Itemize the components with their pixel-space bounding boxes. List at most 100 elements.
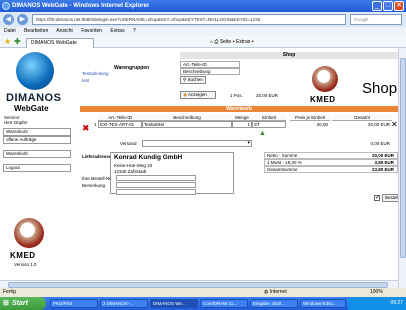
- search-input[interactable]: Google: [350, 14, 402, 25]
- forward-icon[interactable]: ▶: [17, 14, 28, 25]
- task-item[interactable]: CorelDRAW 11...: [200, 299, 248, 308]
- window-title: DIMANOS WebGate - Windows Internet Explo…: [12, 3, 150, 9]
- user-label: Herr Düpfer: [4, 120, 28, 125]
- beschreibung-search-field[interactable]: Beschreibung: [180, 68, 240, 75]
- app-title: WebGate: [14, 104, 49, 113]
- back-icon[interactable]: ◀: [3, 14, 14, 25]
- sidebar-item-label: offene Aufträge: [6, 137, 37, 142]
- menu-help[interactable]: ?: [133, 28, 136, 34]
- col-beschreibung: Beschreibung: [142, 114, 232, 121]
- task-item[interactable]: 2 DIMANOS-...: [100, 299, 148, 308]
- shop-title: Shop: [362, 80, 398, 97]
- suchen-label: Suchen: [187, 77, 203, 82]
- menu-bar: Datei Bearbeiten Ansicht Favoriten Extra…: [0, 27, 406, 36]
- task-item[interactable]: Windows-Edito...: [300, 299, 346, 308]
- url-field[interactable]: https://hb-dimanos.net:8080/dielogin.exe…: [32, 14, 346, 25]
- version-label: Version 1.0: [14, 262, 37, 267]
- close-button[interactable]: ✕: [394, 1, 404, 11]
- order-no-label: Ihre Bestell-Nr.: [82, 176, 112, 181]
- versand-label: Versand: [120, 141, 137, 146]
- tools-menu-text[interactable]: Seite ▾ Extras ▾: [220, 39, 254, 45]
- row-qty-input[interactable]: 1: [232, 121, 252, 128]
- row-nr: 1: [94, 122, 97, 127]
- shop-main: Shop Warengruppen Testanleitung test Art…: [80, 48, 406, 292]
- menu-datei[interactable]: Datei: [4, 28, 16, 34]
- kmed-seal-logo-main: [312, 66, 338, 92]
- checkmark-icon: ✓: [375, 195, 381, 201]
- tab-bar: ★ ✚ DIMANOS WebGate ⌂ ⎙ Seite ▾ Extras ▾: [0, 36, 406, 48]
- task-item[interactable]: PKD/Pilot: [50, 299, 98, 308]
- testanleitung-link[interactable]: Testanleitung: [82, 71, 109, 76]
- minimize-button[interactable]: _: [372, 1, 382, 11]
- menu-ansicht[interactable]: Ansicht: [56, 28, 72, 34]
- bestellen-checkbox[interactable]: ✓: [374, 195, 380, 201]
- menu-bearbeiten[interactable]: Bearbeiten: [24, 28, 48, 34]
- sum-row-mwst: 1.Mwst - 19,00 % 3,80 EUR: [264, 159, 398, 166]
- status-bar: Fertig ◍ Internet 100%: [0, 288, 406, 297]
- chevron-down-icon: ▾: [247, 140, 250, 146]
- sidebar-item-label: Warenkorb: [6, 151, 28, 156]
- home-icon[interactable]: ⌂: [210, 39, 213, 45]
- window-titlebar: DIMANOS WebGate - Windows Internet Explo…: [0, 0, 406, 12]
- update-qty-icon[interactable]: ▲: [259, 130, 266, 137]
- col-einheit: Einheit: [252, 114, 286, 121]
- menu-favoriten[interactable]: Favoriten: [81, 28, 102, 34]
- warengruppen-label: Warengruppen: [114, 65, 150, 71]
- remark-input-2[interactable]: [116, 189, 196, 195]
- sidebar-item-label: Logout: [6, 165, 20, 170]
- add-favorite-icon[interactable]: ✚: [14, 37, 21, 46]
- start-button[interactable]: ⊞ Start: [0, 297, 46, 310]
- anzeigen-button[interactable]: ◉ Anzeigen: [180, 91, 216, 99]
- sum-value: 3,80 EUR: [374, 160, 394, 165]
- delivery-street: Keine-Hüe-Weg 23: [114, 163, 153, 168]
- pos-count: 1 Pos.: [230, 93, 243, 98]
- sum-row-netto: Netto - Summe 20,00 EUR: [264, 152, 398, 159]
- sum-label: Gesamtsumme: [267, 167, 298, 172]
- windows-flag-icon: ⊞: [3, 300, 9, 307]
- suchen-button[interactable]: ⚲ Suchen: [180, 76, 206, 84]
- sidebar-item-offene-auftraege[interactable]: offene Aufträge: [3, 136, 71, 144]
- row-desc: Testartikel: [142, 121, 232, 128]
- taskbar: ⊞ Start PKD/Pilot 2 DIMANOS-... DIMANOS W…: [0, 297, 406, 310]
- sum-row-gesamt: Gesamtsumme 23,80 EUR: [264, 166, 398, 173]
- zoom-level[interactable]: 100%: [370, 288, 383, 297]
- pos-total: 20,00 EUR: [256, 93, 279, 98]
- delivery-city: 12345 Zahlstadt: [114, 169, 147, 174]
- remove-row-icon[interactable]: ✕: [391, 120, 398, 129]
- remark-input[interactable]: [116, 182, 196, 188]
- sidebar-item-warenkorb-2[interactable]: Warenkorb: [3, 150, 71, 158]
- task-item-active[interactable]: DIMANOS We...: [150, 299, 198, 308]
- kmed-logo-text-main: KMED: [310, 95, 336, 104]
- start-label: Start: [12, 300, 28, 307]
- versand-total: 0,00 EUR: [370, 141, 390, 146]
- status-text: Fertig: [3, 289, 16, 295]
- menu-extras[interactable]: Extras: [110, 28, 124, 34]
- internet-label: Internet: [269, 289, 287, 295]
- horizontal-scrollbar[interactable]: [0, 280, 398, 288]
- sum-value: 23,80 EUR: [371, 167, 394, 172]
- versand-select[interactable]: ▾: [142, 140, 252, 147]
- sidebar-item-warenkorb[interactable]: Warenkorb: [3, 128, 71, 136]
- vertical-scrollbar[interactable]: [398, 48, 406, 292]
- clock: 09:27: [390, 300, 403, 306]
- artid-search-field[interactable]: Art.-Teile-ID: [180, 61, 240, 68]
- task-item[interactable]: Eingabe, Start...: [250, 299, 298, 308]
- warenkorb-header: Warenkorb: [80, 106, 398, 112]
- tab-label: DIMANOS WebGate: [31, 40, 77, 46]
- test-link[interactable]: test: [82, 78, 89, 83]
- col-menge: Menge: [232, 114, 252, 121]
- row-total: 20,00 EUR: [367, 122, 390, 127]
- tab-dimanos-webgate[interactable]: DIMANOS WebGate: [26, 38, 94, 48]
- sidebar-item-logout[interactable]: Logout: [3, 164, 71, 172]
- maximize-button[interactable]: □: [383, 1, 393, 11]
- delivery-company: Konrad Kundig GmbH: [114, 154, 183, 161]
- sidebar-item-label: Warenkorb: [6, 129, 28, 134]
- command-bar: ⌂ ⎙ Seite ▾ Extras ▾: [210, 38, 254, 47]
- sum-label: Netto - Summe: [267, 153, 298, 158]
- vertical-scroll-thumb[interactable]: [400, 58, 406, 258]
- remark-label: Bemerkung: [82, 183, 106, 188]
- delete-item-icon[interactable]: ✖: [82, 123, 90, 134]
- order-no-input[interactable]: [116, 175, 196, 181]
- col-artid: Art.-Teile-ID: [98, 114, 142, 121]
- favorites-star-icon[interactable]: ★: [4, 37, 11, 46]
